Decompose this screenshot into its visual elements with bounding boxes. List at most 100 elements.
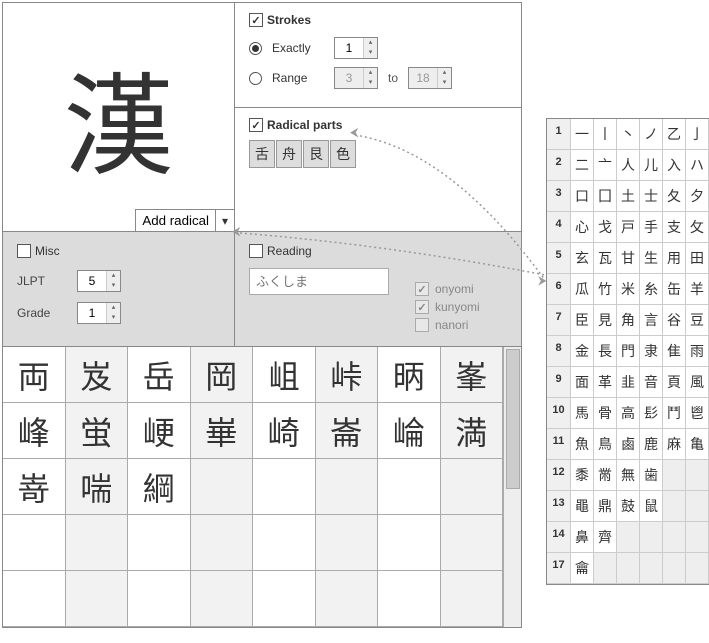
radical-cell[interactable]: 瓦 [594, 243, 617, 273]
spinner-arrows-icon[interactable]: ▴▾ [363, 68, 377, 88]
radical-cell[interactable]: 鬥 [663, 398, 686, 428]
radical-cell[interactable]: 瓜 [571, 274, 594, 304]
jlpt-spinner[interactable]: ▴▾ [77, 270, 121, 292]
radical-cell[interactable]: 士 [640, 181, 663, 211]
radical-cell[interactable]: 心 [571, 212, 594, 242]
radical-cell[interactable]: 亅 [686, 119, 709, 149]
reading-checkbox[interactable] [249, 244, 263, 258]
radical-cell[interactable]: 囗 [594, 181, 617, 211]
strokes-checkbox[interactable] [249, 13, 263, 27]
radical-cell[interactable]: 亀 [686, 429, 709, 459]
part-cell[interactable]: 舟 [276, 140, 302, 168]
radical-parts-checkbox[interactable] [249, 118, 263, 132]
radical-cell[interactable]: 歯 [640, 460, 663, 490]
radical-cell[interactable]: 玄 [571, 243, 594, 273]
spinner-arrows-icon[interactable]: ▴▾ [106, 303, 120, 323]
radical-cell[interactable]: 黹 [594, 460, 617, 490]
radical-cell[interactable]: 戸 [617, 212, 640, 242]
radical-cell[interactable]: 甘 [617, 243, 640, 273]
part-cell[interactable]: 色 [330, 140, 356, 168]
radical-cell[interactable]: 鹿 [640, 429, 663, 459]
range-to-input[interactable] [409, 68, 437, 88]
radical-cell[interactable]: 米 [617, 274, 640, 304]
misc-checkbox[interactable] [17, 244, 31, 258]
radical-cell[interactable]: 麻 [663, 429, 686, 459]
radical-cell[interactable]: 手 [640, 212, 663, 242]
radical-cell[interactable]: 亠 [594, 150, 617, 180]
reading-input[interactable] [249, 268, 389, 295]
radical-cell[interactable]: 攵 [686, 212, 709, 242]
radical-cell[interactable]: 缶 [663, 274, 686, 304]
radical-cell[interactable]: 高 [617, 398, 640, 428]
radical-cell[interactable]: 角 [617, 305, 640, 335]
radical-cell[interactable]: 豆 [686, 305, 709, 335]
spinner-arrows-icon[interactable]: ▴▾ [363, 38, 377, 58]
spinner-arrows-icon[interactable]: ▴▾ [437, 68, 451, 88]
radical-cell[interactable]: 黽 [571, 491, 594, 521]
result-cell[interactable]: 綱 [128, 459, 191, 515]
radical-cell[interactable]: 丶 [617, 119, 640, 149]
radical-cell[interactable]: 鳥 [594, 429, 617, 459]
radical-cell[interactable]: ハ [686, 150, 709, 180]
result-cell[interactable]: 岡 [191, 347, 254, 403]
radical-cell[interactable]: 乙 [663, 119, 686, 149]
radical-cell[interactable]: 無 [617, 460, 640, 490]
radical-cell[interactable]: 長 [594, 336, 617, 366]
radical-cell[interactable]: 黍 [571, 460, 594, 490]
result-cell[interactable]: 峠 [316, 347, 379, 403]
radical-cell[interactable]: 竹 [594, 274, 617, 304]
result-cell[interactable]: 崋 [191, 403, 254, 459]
range-from-spinner[interactable]: ▴▾ [334, 67, 378, 89]
exactly-spinner[interactable]: ▴▾ [334, 37, 378, 59]
radical-cell[interactable]: 儿 [640, 150, 663, 180]
radical-cell[interactable]: 夂 [663, 181, 686, 211]
result-cell[interactable]: 岨 [253, 347, 316, 403]
radical-cell[interactable]: 見 [594, 305, 617, 335]
radical-cell[interactable]: 革 [594, 367, 617, 397]
result-cell[interactable]: 峯 [441, 347, 504, 403]
radical-cell[interactable]: 金 [571, 336, 594, 366]
radical-cell[interactable]: 魚 [571, 429, 594, 459]
add-radical-dropdown[interactable]: Add radical ▾ [135, 209, 235, 232]
radical-cell[interactable]: 支 [663, 212, 686, 242]
radical-cell[interactable]: 土 [617, 181, 640, 211]
jlpt-input[interactable] [78, 271, 106, 291]
result-cell[interactable]: 崘 [378, 403, 441, 459]
radical-cell[interactable]: 用 [663, 243, 686, 273]
radical-cell[interactable]: 齊 [594, 522, 617, 552]
exactly-input[interactable] [335, 38, 363, 58]
radical-cell[interactable]: 丨 [594, 119, 617, 149]
radical-cell[interactable]: 糸 [640, 274, 663, 304]
radical-cell[interactable]: 鼠 [640, 491, 663, 521]
grade-input[interactable] [78, 303, 106, 323]
radical-cell[interactable]: 田 [686, 243, 709, 273]
radical-cell[interactable]: 一 [571, 119, 594, 149]
radical-cell[interactable]: 口 [571, 181, 594, 211]
add-radical-button[interactable]: Add radical [136, 210, 216, 231]
part-cell[interactable]: 舌 [249, 140, 275, 168]
radical-cell[interactable]: 骨 [594, 398, 617, 428]
scrollbar-thumb[interactable] [506, 349, 520, 489]
radical-cell[interactable]: 鼎 [594, 491, 617, 521]
spinner-arrows-icon[interactable]: ▴▾ [106, 271, 120, 291]
range-to-spinner[interactable]: ▴▾ [408, 67, 452, 89]
grade-spinner[interactable]: ▴▾ [77, 302, 121, 324]
result-cell[interactable]: 昞 [378, 347, 441, 403]
radical-cell[interactable]: 韭 [617, 367, 640, 397]
radical-cell[interactable]: 隶 [640, 336, 663, 366]
radical-cell[interactable]: 龠 [571, 553, 594, 583]
result-cell[interactable]: 嵜 [3, 459, 66, 515]
radical-cell[interactable]: 雨 [686, 336, 709, 366]
radical-cell[interactable]: 戈 [594, 212, 617, 242]
radical-cell[interactable]: 鼻 [571, 522, 594, 552]
radical-cell[interactable]: 臣 [571, 305, 594, 335]
part-cell[interactable]: 艮 [303, 140, 329, 168]
result-cell[interactable]: 崎 [253, 403, 316, 459]
radical-cell[interactable]: 鹵 [617, 429, 640, 459]
radical-cell[interactable]: 頁 [663, 367, 686, 397]
radical-cell[interactable]: 音 [640, 367, 663, 397]
radical-cell[interactable]: 二 [571, 150, 594, 180]
kunyomi-checkbox[interactable] [415, 300, 429, 314]
result-cell[interactable]: 崙 [316, 403, 379, 459]
result-cell[interactable]: 喘 [66, 459, 129, 515]
